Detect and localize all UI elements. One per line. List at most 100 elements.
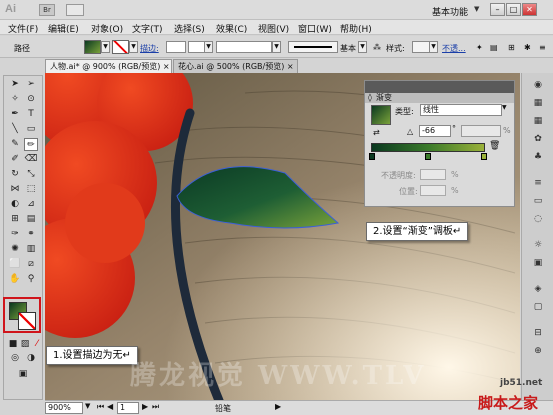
artboard-tool-icon[interactable]: ⬜: [8, 258, 22, 271]
opacity-link[interactable]: 不透...: [442, 43, 466, 54]
first-artboard-icon[interactable]: ⏮: [97, 402, 104, 412]
transform-icon[interactable]: ⊞: [508, 43, 515, 52]
next-artboard-icon[interactable]: ▶: [142, 402, 148, 411]
style-dropdown-icon[interactable]: ▼: [429, 41, 438, 53]
fill-dropdown-icon[interactable]: ▼: [101, 41, 110, 53]
transparency-icon[interactable]: ◌: [531, 213, 545, 226]
lasso-tool-icon[interactable]: ⊙: [24, 93, 38, 106]
panel-menu-icon[interactable]: ≡: [539, 43, 546, 52]
menu-view[interactable]: 视图(V): [258, 22, 289, 35]
selection-tool-icon[interactable]: ➤: [8, 78, 22, 91]
type-tool-icon[interactable]: T: [24, 108, 38, 121]
brushes-icon[interactable]: ✿: [531, 133, 545, 146]
gradient-preview-swatch[interactable]: [371, 105, 391, 125]
graphic-styles-icon[interactable]: ▣: [531, 257, 545, 270]
tab-flower-doc[interactable]: 花心.ai @ 500% (RGB/预览) ×: [173, 59, 298, 73]
mesh-tool-icon[interactable]: ⊞: [8, 213, 22, 226]
stroke-label[interactable]: 描边:: [140, 43, 159, 54]
close-icon[interactable]: ×: [163, 62, 170, 71]
menu-file[interactable]: 文件(F): [8, 22, 38, 35]
blob-brush-tool-icon[interactable]: ✐: [8, 153, 22, 166]
hand-tool-icon[interactable]: ✋: [8, 273, 22, 286]
appearance-icon[interactable]: ☼: [531, 239, 545, 252]
brush-dropdown-icon[interactable]: ▼: [358, 41, 367, 53]
rectangle-tool-icon[interactable]: ▭: [24, 123, 38, 136]
swatches-icon[interactable]: ▦: [531, 115, 545, 128]
zoom-tool-icon[interactable]: ⚲: [24, 273, 38, 286]
menu-type[interactable]: 文字(T): [132, 22, 163, 35]
stroke-weight-dropdown-icon[interactable]: ▼: [204, 41, 213, 53]
variable-width-select[interactable]: [216, 41, 272, 53]
pencil-tool-icon[interactable]: ✏: [24, 138, 38, 151]
blend-tool-icon[interactable]: ⚭: [24, 228, 38, 241]
aspect-ratio-input[interactable]: [461, 125, 501, 137]
stroke-panel-icon[interactable]: ≡: [531, 177, 545, 190]
none-mode-icon[interactable]: ⁄: [30, 338, 44, 351]
menu-help[interactable]: 帮助(H): [340, 22, 372, 35]
current-tool-label[interactable]: 铅笔: [215, 403, 231, 414]
recolor-icon[interactable]: ✦: [476, 43, 483, 52]
gradient-tool-icon[interactable]: ▤: [24, 213, 38, 226]
minimize-button[interactable]: –: [490, 3, 505, 16]
reverse-gradient-icon[interactable]: ⇄: [373, 128, 380, 137]
eraser-tool-icon[interactable]: ⌫: [24, 153, 38, 166]
gradient-type-select[interactable]: 线性: [420, 104, 502, 116]
tab-person-doc[interactable]: 人物.ai* @ 900% (RGB/预览) ×: [45, 59, 172, 73]
draw-behind-icon[interactable]: ◑: [24, 352, 38, 365]
direct-selection-tool-icon[interactable]: ➢: [24, 78, 38, 91]
menu-window[interactable]: 窗口(W): [298, 22, 332, 35]
color-guide-icon[interactable]: ▦: [531, 97, 545, 110]
symbols-icon[interactable]: ♣: [531, 151, 545, 164]
perspective-grid-tool-icon[interactable]: ⊿: [24, 198, 38, 211]
chevron-down-icon[interactable]: ▼: [85, 402, 90, 410]
gradient-slider-bar[interactable]: [371, 143, 485, 152]
panel-header[interactable]: [365, 81, 514, 93]
chevron-down-icon[interactable]: ▼: [474, 5, 479, 13]
menu-effect[interactable]: 效果(C): [216, 22, 247, 35]
color-panel-icon[interactable]: ◉: [531, 79, 545, 92]
pen-tool-icon[interactable]: ✒: [8, 108, 22, 121]
line-tool-icon[interactable]: ╲: [8, 123, 22, 136]
chevron-down-icon[interactable]: ▼: [272, 41, 281, 53]
align-icon[interactable]: ▤: [490, 43, 498, 52]
stroke-swatch[interactable]: [112, 40, 129, 54]
paintbrush-tool-icon[interactable]: ✎: [8, 138, 22, 151]
menu-select[interactable]: 选择(S): [174, 22, 205, 35]
free-transform-tool-icon[interactable]: ⬚: [24, 183, 38, 196]
menu-object[interactable]: 对象(O): [91, 22, 123, 35]
previous-artboard-icon[interactable]: ◀: [107, 402, 113, 411]
layers-icon[interactable]: ◈: [531, 283, 545, 296]
chevron-down-icon[interactable]: ▼: [502, 104, 507, 111]
panel-title[interactable]: 渐变: [376, 93, 392, 103]
brush-definition-select[interactable]: [288, 41, 338, 53]
scale-tool-icon[interactable]: ⤡: [24, 168, 38, 181]
width-tool-icon[interactable]: ⋈: [8, 183, 22, 196]
status-menu-icon[interactable]: ▶: [275, 402, 281, 411]
magic-wand-tool-icon[interactable]: ✧: [8, 93, 22, 106]
close-icon[interactable]: ×: [287, 62, 294, 71]
align-panel-icon[interactable]: ⊟: [531, 327, 545, 340]
gradient-stop-middle[interactable]: [425, 153, 431, 160]
artboards-icon[interactable]: ▢: [531, 301, 545, 314]
workspace-switcher[interactable]: 基本功能: [432, 5, 468, 18]
artboard-number-select[interactable]: 1: [117, 402, 139, 414]
stroke-dropdown-icon[interactable]: ▼: [129, 41, 138, 53]
restore-button[interactable]: □: [506, 3, 521, 16]
draw-mode-icon[interactable]: ◎: [8, 352, 22, 365]
bridge-button[interactable]: Br: [39, 4, 55, 16]
trash-icon[interactable]: 🗑: [489, 141, 500, 151]
gradient-stop-left[interactable]: [369, 153, 375, 160]
close-button[interactable]: ✕: [522, 3, 537, 16]
symbol-sprayer-tool-icon[interactable]: ✺: [8, 243, 22, 256]
stop-location-input[interactable]: [420, 185, 446, 196]
angle-input[interactable]: -66: [419, 125, 451, 137]
puppet-icon[interactable]: ✱: [524, 43, 531, 52]
menu-edit[interactable]: 编辑(E): [48, 22, 79, 35]
slice-tool-icon[interactable]: ⧄: [24, 258, 38, 271]
gradient-stop-right[interactable]: [481, 153, 487, 160]
column-graph-tool-icon[interactable]: ▥: [24, 243, 38, 256]
eyedropper-tool-icon[interactable]: ✑: [8, 228, 22, 241]
gradient-dock-icon[interactable]: ▭: [531, 195, 545, 208]
arrange-documents-icon[interactable]: [66, 4, 84, 16]
shape-builder-tool-icon[interactable]: ◐: [8, 198, 22, 211]
